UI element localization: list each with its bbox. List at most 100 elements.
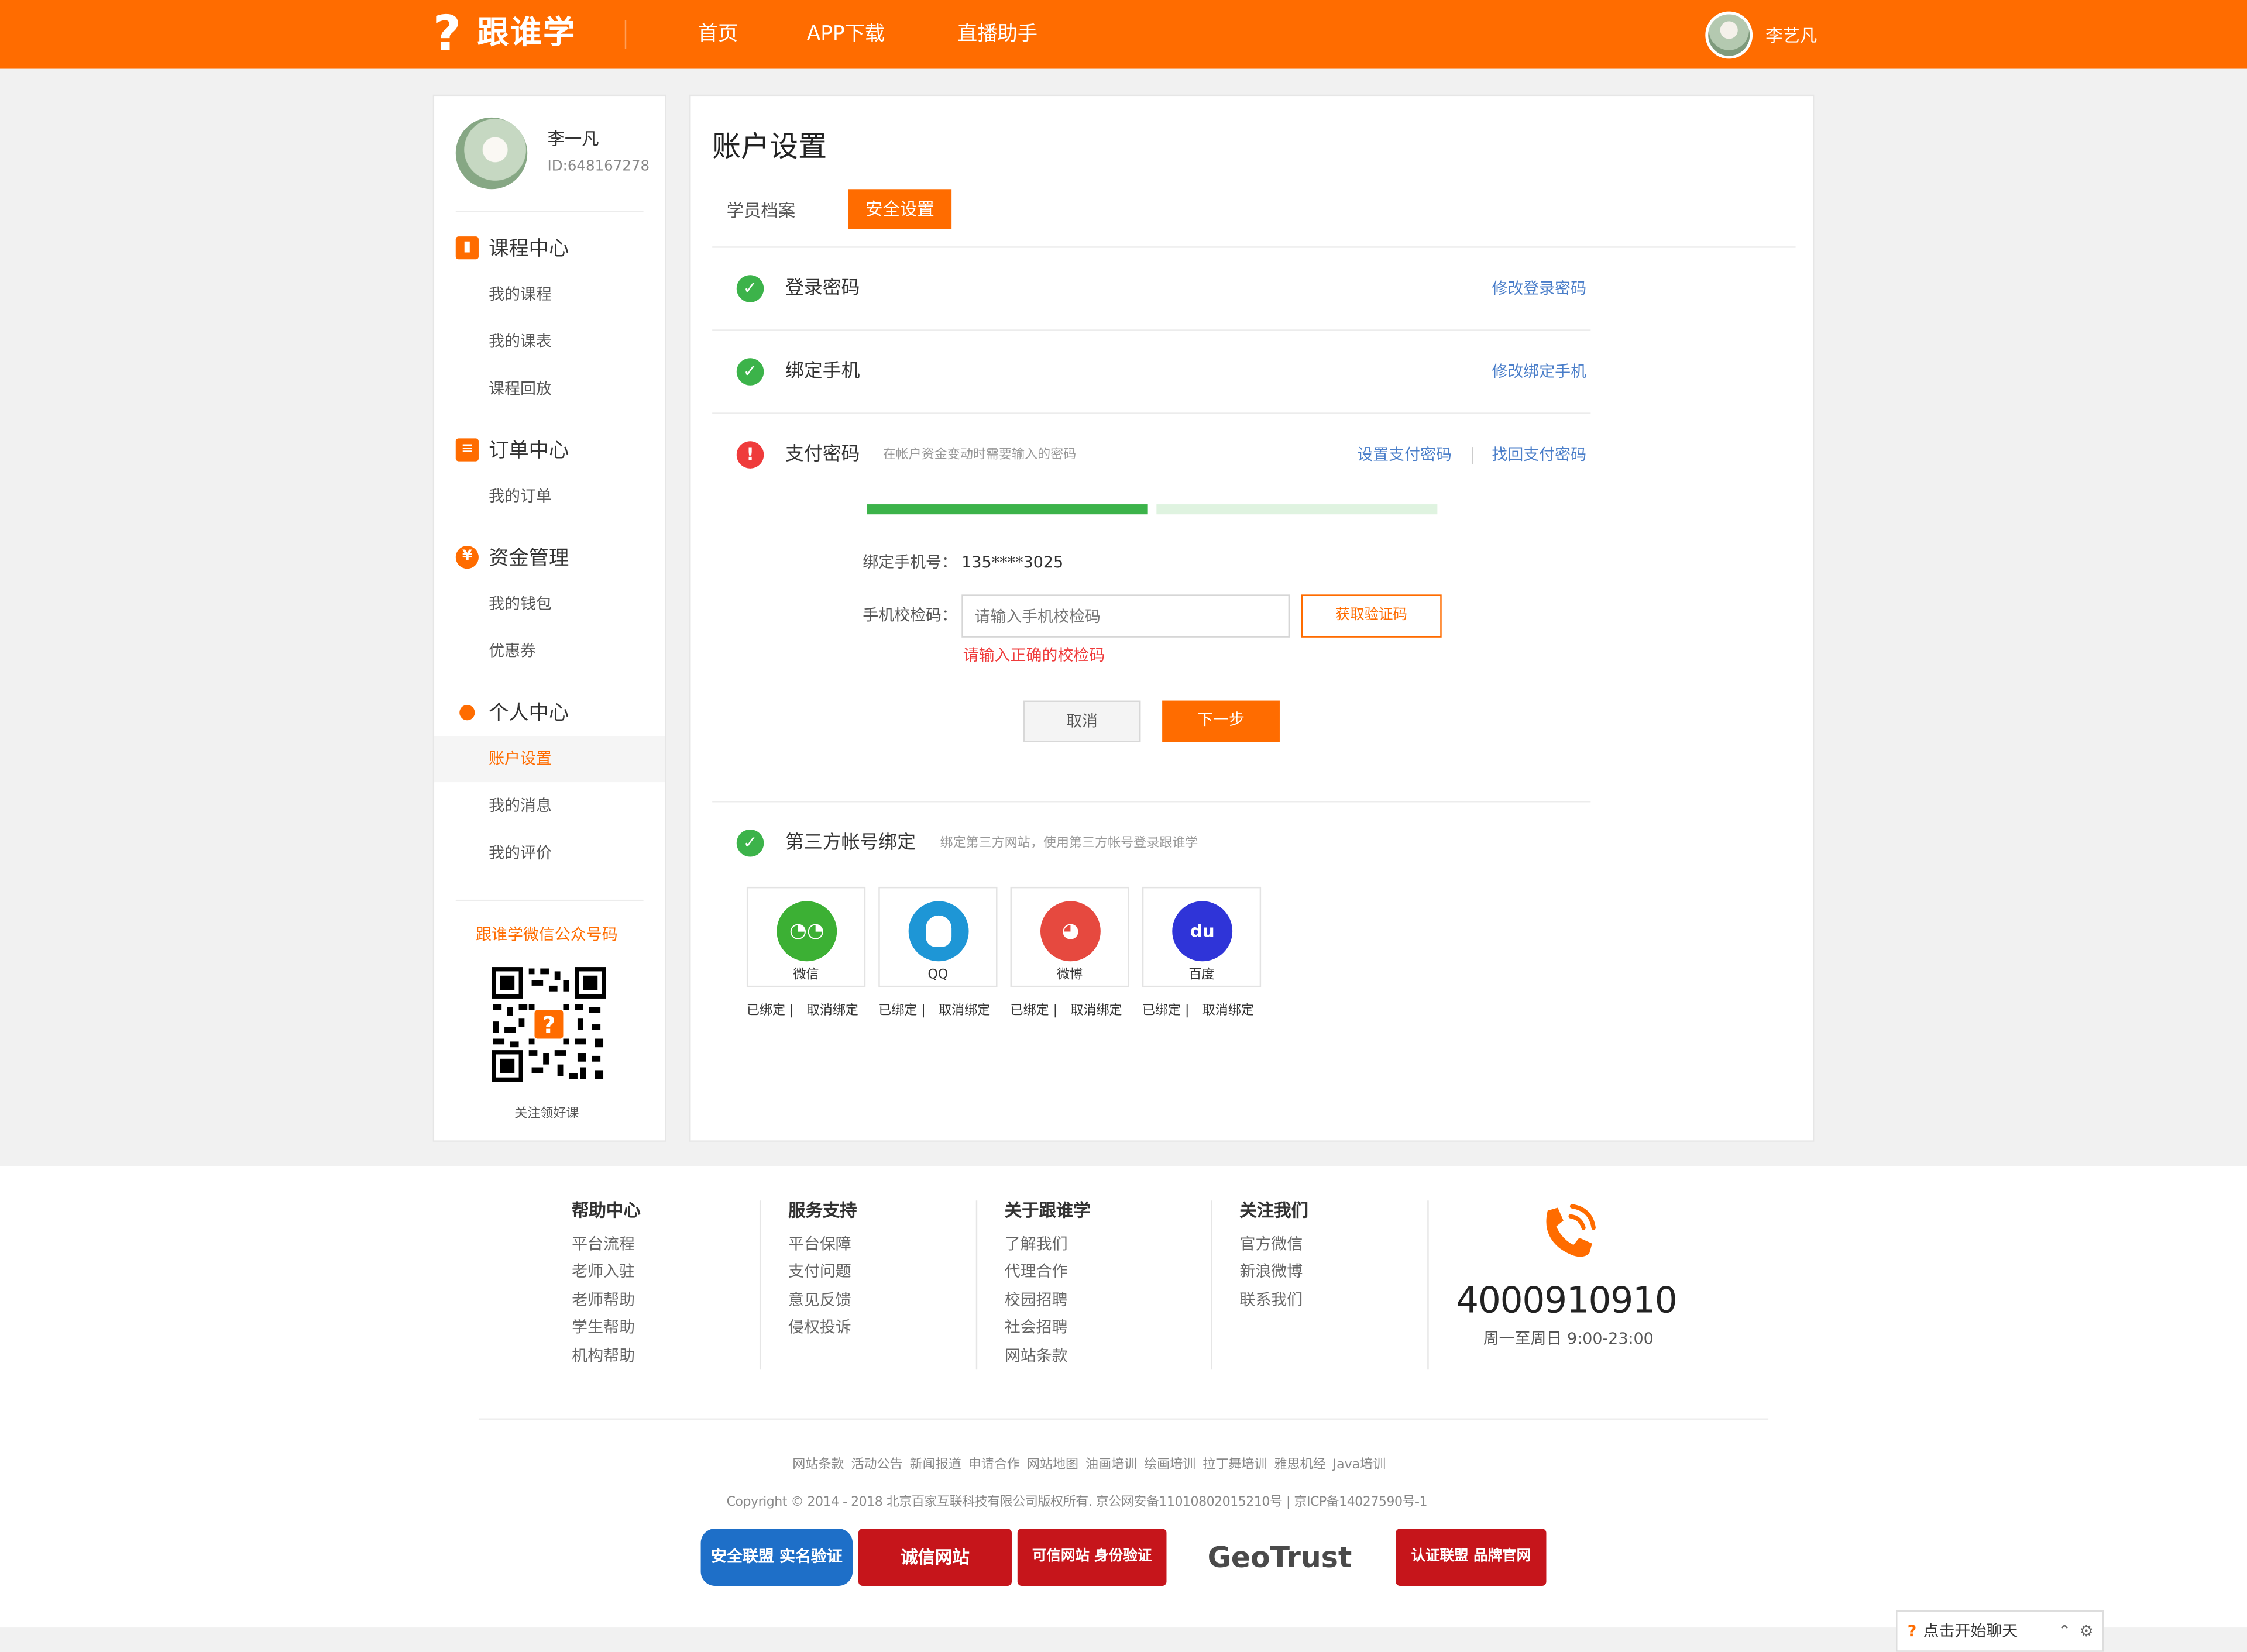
wechat-unbind-link[interactable]: 取消绑定 bbox=[807, 1003, 858, 1020]
header-avatar[interactable] bbox=[1705, 11, 1753, 59]
footer-link[interactable]: 新闻报道 bbox=[910, 1458, 961, 1472]
footer-link[interactable]: 网站地图 bbox=[1027, 1458, 1078, 1472]
footer-link[interactable]: 官方微信 bbox=[1239, 1235, 1303, 1255]
footer-link[interactable]: Java培训 bbox=[1333, 1458, 1386, 1472]
tab-student-profile[interactable]: 学员档案 bbox=[727, 199, 796, 222]
chat-widget[interactable]: ? 点击开始聊天 ⌃ ⚙ bbox=[1896, 1610, 2104, 1652]
footer-link[interactable]: 网站条款 bbox=[1005, 1347, 1068, 1367]
footer-link[interactable]: 平台流程 bbox=[572, 1235, 635, 1255]
header-divider bbox=[624, 20, 627, 49]
weibo-bound-status: 已绑定 | bbox=[1010, 1004, 1058, 1019]
footer-link[interactable]: 老师入驻 bbox=[572, 1262, 635, 1282]
logo-mark[interactable]: ? bbox=[433, 10, 473, 58]
qr-code: ? bbox=[490, 965, 608, 1083]
sidebar-item-coupons[interactable]: 优惠券 bbox=[489, 642, 536, 662]
get-code-button[interactable]: 获取验证码 bbox=[1301, 594, 1442, 638]
error-message: 请输入正确的校检码 bbox=[963, 646, 1105, 665]
footer-link[interactable]: 平台保障 bbox=[788, 1235, 851, 1255]
footer-link[interactable]: 网站条款 bbox=[792, 1458, 844, 1472]
badge-trusted-site[interactable]: 可信网站 身份验证 bbox=[1017, 1529, 1167, 1586]
footer-link[interactable]: 活动公告 bbox=[851, 1458, 902, 1472]
badge-geotrust[interactable]: GeoTrust bbox=[1172, 1529, 1387, 1586]
chat-logo-icon: ? bbox=[1907, 1622, 1917, 1641]
footer-link[interactable]: 拉丁舞培训 bbox=[1202, 1458, 1267, 1472]
nav-live-assistant[interactable]: 直播助手 bbox=[957, 22, 1037, 47]
sidebar-item-course-replay[interactable]: 课程回放 bbox=[489, 380, 552, 400]
divider bbox=[712, 800, 1591, 803]
phone-value: 135****3025 bbox=[961, 553, 1064, 572]
weibo-card[interactable]: ◕ 微博 bbox=[1010, 886, 1129, 987]
qq-unbind-link[interactable]: 取消绑定 bbox=[939, 1003, 990, 1020]
check-icon: ✓ bbox=[736, 358, 764, 386]
wechat-icon: ◔◔ bbox=[777, 901, 837, 962]
section-order-center: 订单中心 bbox=[489, 439, 569, 463]
qq-card[interactable]: QQ bbox=[878, 886, 998, 987]
footer-link[interactable]: 支付问题 bbox=[788, 1262, 851, 1282]
weibo-unbind-link[interactable]: 取消绑定 bbox=[1070, 1003, 1122, 1020]
footer-link[interactable]: 社会招聘 bbox=[1005, 1318, 1068, 1338]
gear-icon[interactable]: ⚙ bbox=[2079, 1612, 2093, 1650]
badge-security-alliance[interactable]: 安全联盟 实名验证 bbox=[700, 1529, 853, 1586]
footer-link[interactable]: 雅思机经 bbox=[1274, 1458, 1325, 1472]
next-button[interactable]: 下一步 bbox=[1162, 700, 1280, 742]
footer-link[interactable]: 侵权投诉 bbox=[788, 1318, 851, 1338]
phone-icon bbox=[1546, 1204, 1596, 1257]
badge-credit-site[interactable]: 诚信网站 bbox=[858, 1529, 1012, 1586]
sidebar-item-my-wallet[interactable]: 我的钱包 bbox=[489, 594, 552, 614]
nav-app-download[interactable]: APP下载 bbox=[807, 22, 885, 47]
footer-link[interactable]: 申请合作 bbox=[968, 1458, 1020, 1472]
divider bbox=[455, 211, 644, 212]
footer-link[interactable]: 老师帮助 bbox=[572, 1291, 635, 1311]
footer-link[interactable]: 新浪微博 bbox=[1239, 1262, 1303, 1282]
nav-home[interactable]: 首页 bbox=[698, 22, 738, 47]
verification-code-input[interactable] bbox=[961, 594, 1290, 638]
check-icon: ✓ bbox=[736, 829, 764, 857]
footer-link[interactable]: 意见反馈 bbox=[788, 1291, 851, 1311]
section-fund-management: 资金管理 bbox=[489, 547, 569, 570]
sidebar-item-my-reviews[interactable]: 我的评价 bbox=[489, 844, 552, 863]
change-login-password-link[interactable]: 修改登录密码 bbox=[1492, 280, 1586, 300]
footer-col-follow-title: 关注我们 bbox=[1239, 1200, 1308, 1221]
footer-divider bbox=[1211, 1200, 1212, 1370]
sidebar-item-my-courses[interactable]: 我的课程 bbox=[489, 285, 552, 305]
divider bbox=[712, 329, 1591, 331]
set-pay-password-link[interactable]: 设置支付密码 bbox=[1357, 446, 1452, 466]
baidu-card[interactable]: du 百度 bbox=[1142, 886, 1262, 987]
third-party-label: 第三方帐号绑定 bbox=[785, 832, 916, 854]
svg-text:?: ? bbox=[542, 1013, 556, 1039]
sidebar-item-my-schedule[interactable]: 我的课表 bbox=[489, 332, 552, 352]
progress-step-2 bbox=[1156, 504, 1438, 515]
baidu-unbind-link[interactable]: 取消绑定 bbox=[1202, 1003, 1254, 1020]
cancel-button[interactable]: 取消 bbox=[1023, 700, 1141, 742]
footer-col-help-title: 帮助中心 bbox=[572, 1200, 641, 1221]
pay-password-hint: 在帐户资金变动时需要输入的密码 bbox=[882, 448, 1077, 463]
sidebar-item-account-settings[interactable]: 账户设置 bbox=[489, 749, 552, 769]
phone-label: 绑定手机号： bbox=[863, 553, 957, 572]
logo-text[interactable]: 跟谁学 bbox=[477, 14, 576, 54]
tab-security-settings[interactable]: 安全设置 bbox=[848, 189, 952, 229]
badge-brand-official[interactable]: 认证联盟 品牌官网 bbox=[1396, 1529, 1547, 1586]
sidebar-item-my-orders[interactable]: 我的订单 bbox=[489, 487, 552, 507]
footer-link[interactable]: 联系我们 bbox=[1239, 1291, 1303, 1311]
row-pay-password-label: 支付密码 bbox=[785, 444, 860, 466]
recover-pay-password-link[interactable]: 找回支付密码 bbox=[1492, 446, 1586, 466]
row-bind-phone-label: 绑定手机 bbox=[785, 361, 860, 383]
footer-link[interactable]: 学生帮助 bbox=[572, 1318, 635, 1338]
avatar bbox=[455, 117, 528, 190]
footer-link[interactable]: 机构帮助 bbox=[572, 1347, 635, 1367]
footer-link[interactable]: 校园招聘 bbox=[1005, 1291, 1068, 1311]
sidebar-item-my-messages[interactable]: 我的消息 bbox=[489, 797, 552, 817]
baidu-bound-status: 已绑定 | bbox=[1142, 1004, 1190, 1019]
footer-phone: 4000910910 bbox=[1456, 1279, 1678, 1321]
chevron-up-icon[interactable]: ⌃ bbox=[2058, 1612, 2071, 1650]
link-separator bbox=[1472, 447, 1473, 464]
footer-link[interactable]: 绘画培训 bbox=[1144, 1458, 1195, 1472]
footer-link[interactable]: 代理合作 bbox=[1005, 1262, 1068, 1282]
footer-link[interactable]: 油画培训 bbox=[1085, 1458, 1137, 1472]
book-icon: ▮ bbox=[455, 236, 479, 260]
change-bind-phone-link[interactable]: 修改绑定手机 bbox=[1492, 363, 1586, 383]
header-user-name[interactable]: 李艺凡 bbox=[1765, 25, 1817, 47]
copyright: Copyright © 2014 - 2018 北京百家互联科技有限公司版权所有… bbox=[726, 1495, 1428, 1510]
wechat-card[interactable]: ◔◔ 微信 bbox=[746, 886, 866, 987]
footer-link[interactable]: 了解我们 bbox=[1005, 1235, 1068, 1255]
